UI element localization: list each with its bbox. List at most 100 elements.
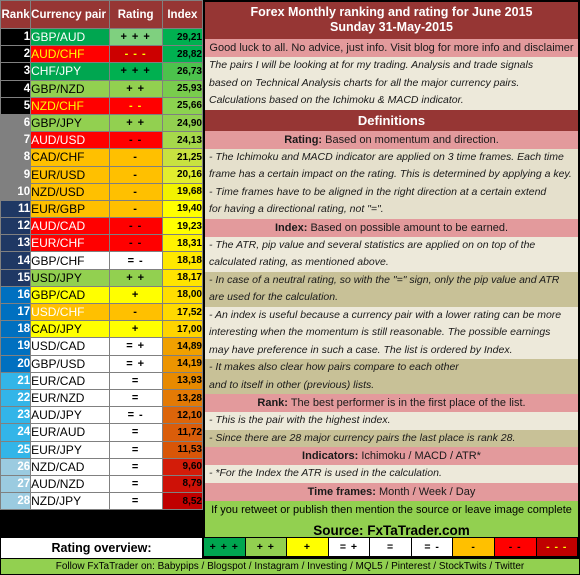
cell-index: 26,73 <box>161 62 204 81</box>
rank-bullet-line: - This is the pair with the highest inde… <box>209 414 391 426</box>
cell-rank: 21 <box>0 371 32 390</box>
cell-rank: 8 <box>0 148 32 167</box>
cell-rank: 5 <box>0 96 32 115</box>
cell-index: 13,28 <box>161 388 204 408</box>
cell-index: 24,13 <box>161 131 204 150</box>
cell-index: 19,40 <box>161 199 204 219</box>
cell-rating: = - <box>108 251 163 270</box>
rank-definition-text: The best performer is in the first place… <box>290 397 526 409</box>
cell-rating: = <box>108 371 163 390</box>
table-row: 4 GBP/NZD + +25,93 <box>0 79 204 98</box>
cell-index: 20,16 <box>161 165 204 184</box>
indicators-note: - *For the Index the ATR is used in the … <box>209 467 442 479</box>
cell-index: 24,90 <box>161 113 204 133</box>
index-definition-text: Based on possible amount to be earned. <box>310 221 508 234</box>
legend-swatch: + + <box>245 538 288 556</box>
cell-rating: + + <box>108 79 163 98</box>
cell-rank: 6 <box>0 113 32 133</box>
cell-index: 25,66 <box>161 96 204 115</box>
cell-currency-pair: CAD/JPY <box>30 320 110 339</box>
cell-currency-pair: CHF/JPY <box>30 62 110 81</box>
rank-bullet-line: - Since there are 28 major currency pair… <box>209 431 516 444</box>
info-panel: Forex Monthly ranking and rating for Jun… <box>203 0 580 543</box>
index-bullets-d: - It makes also clear how pairs compare … <box>205 359 578 394</box>
cell-rating: - - <box>108 234 163 253</box>
table-row: 14 GBP/CHF = -18,18 <box>0 251 204 270</box>
panel-title: Forex Monthly ranking and rating for Jun… <box>205 2 578 39</box>
rank-definition-band: Rank: The best performer is in the first… <box>205 394 578 412</box>
cell-rating: = + <box>108 354 163 373</box>
cell-rank: 20 <box>0 354 32 373</box>
cell-rating: - <box>108 148 163 167</box>
index-bullet-line: - It makes also clear how pairs compare … <box>209 361 459 373</box>
indicators-note-block: - *For the Index the ATR is used in the … <box>205 465 578 483</box>
cell-currency-pair: NZD/JPY <box>30 492 110 511</box>
table-row: 13 EUR/CHF - -18,31 <box>0 234 204 253</box>
rank-bullets-a: - This is the pair with the highest inde… <box>205 412 578 430</box>
rating-bullets: - The Ichimoku and MACD indicator are ap… <box>205 148 578 219</box>
table-row: 21 EUR/CAD = 13,93 <box>0 371 204 390</box>
cell-rank: 3 <box>0 62 32 81</box>
index-bullets-b: - In case of a neutral rating, so with t… <box>205 271 578 307</box>
screenshot-root: 7 B Rank Currency pair Rating Index 1GBP… <box>0 0 580 575</box>
timeframes-label: Time frames: <box>307 485 376 498</box>
footer-social-links[interactable]: Follow FxTaTrader on: Babypips / Blogspo… <box>0 558 580 575</box>
cell-currency-pair: NZD/CHF <box>30 96 110 115</box>
index-bullets-a: - The ATR, pip value and several statist… <box>205 236 578 272</box>
cell-rank: 22 <box>0 388 32 408</box>
cell-rating: + <box>108 320 163 339</box>
index-bullet-line: - An index is useful because a currency … <box>209 308 562 321</box>
cell-rank: 28 <box>0 492 32 511</box>
cell-index: 29,21 <box>161 27 204 47</box>
cell-rating: + + + <box>108 62 163 81</box>
indicators-label: Indicators: <box>302 450 359 462</box>
cell-index: 11,72 <box>161 423 204 442</box>
index-bullet-line: are used for the calculation. <box>209 291 338 303</box>
cell-rating: = <box>108 440 163 459</box>
cell-rank: 15 <box>0 268 32 287</box>
index-bullet-line: and to itself in other (previous) lists. <box>209 378 375 391</box>
cell-rank: 18 <box>0 320 32 339</box>
cell-rating: = <box>108 388 163 408</box>
column-header-rank: Rank <box>0 0 32 29</box>
index-bullet-line: - The ATR, pip value and several statist… <box>209 238 536 251</box>
rating-bullet-line: frame has a certain impact on the rating… <box>209 168 572 180</box>
rank-definition-label: Rank: <box>257 397 288 409</box>
rating-definition-label: Rating: <box>284 133 323 146</box>
cell-rank: 23 <box>0 406 32 425</box>
cell-rating: = <box>108 423 163 442</box>
cell-index: 14,89 <box>161 337 204 356</box>
table-row: 1 GBP/AUD + + +29,21 <box>0 27 204 47</box>
cell-rank: 17 <box>0 302 32 322</box>
table-header: Rank Currency pair Rating Index <box>0 0 204 29</box>
table-row: 17 USD/CHF -17,52 <box>0 302 204 322</box>
cell-rank: 4 <box>0 79 32 98</box>
cell-rating: + + <box>108 268 163 287</box>
table-row: 9 EUR/USD -20,16 <box>0 165 204 184</box>
cell-currency-pair: EUR/USD <box>30 165 110 184</box>
cell-index: 19,23 <box>161 217 204 236</box>
cell-rating: = <box>108 457 163 476</box>
cell-rating: + + <box>108 113 163 133</box>
cell-rating: - - - <box>108 45 163 64</box>
table-body: 1 GBP/AUD + + +29,21 2 AUD/CHF - - -28,82 3 CHF… <box>0 27 204 511</box>
timeframes-text: Month / Week / Day <box>378 485 476 498</box>
cell-rank: 14 <box>0 251 32 270</box>
cell-index: 14,19 <box>161 354 204 373</box>
retweet-note: If you retweet or publish then mention t… <box>205 500 578 519</box>
table-row: 19 USD/CAD = +14,89 <box>0 337 204 356</box>
cell-index: 21,25 <box>161 148 204 167</box>
panel-title-line2: Sunday 31-May-2015 <box>330 20 453 34</box>
cell-currency-pair: EUR/NZD <box>30 388 110 408</box>
cell-currency-pair: GBP/USD <box>30 354 110 373</box>
rank-bullets-b: - Since there are 28 major currency pair… <box>205 429 578 447</box>
table-row: 11 EUR/GBP -19,40 <box>0 199 204 219</box>
ranking-table-container: Rank Currency pair Rating Index 1 GBP/AUD… <box>0 0 204 575</box>
cell-rank: 24 <box>0 423 32 442</box>
cell-currency-pair: NZD/USD <box>30 182 110 201</box>
cell-currency-pair: AUD/USD <box>30 131 110 150</box>
index-definition-band: Index: Based on possible amount to be ea… <box>205 218 578 237</box>
table-row: 3 CHF/JPY + + +26,73 <box>0 62 204 81</box>
cell-rank: 25 <box>0 440 32 459</box>
cell-index: 12,10 <box>161 406 204 425</box>
